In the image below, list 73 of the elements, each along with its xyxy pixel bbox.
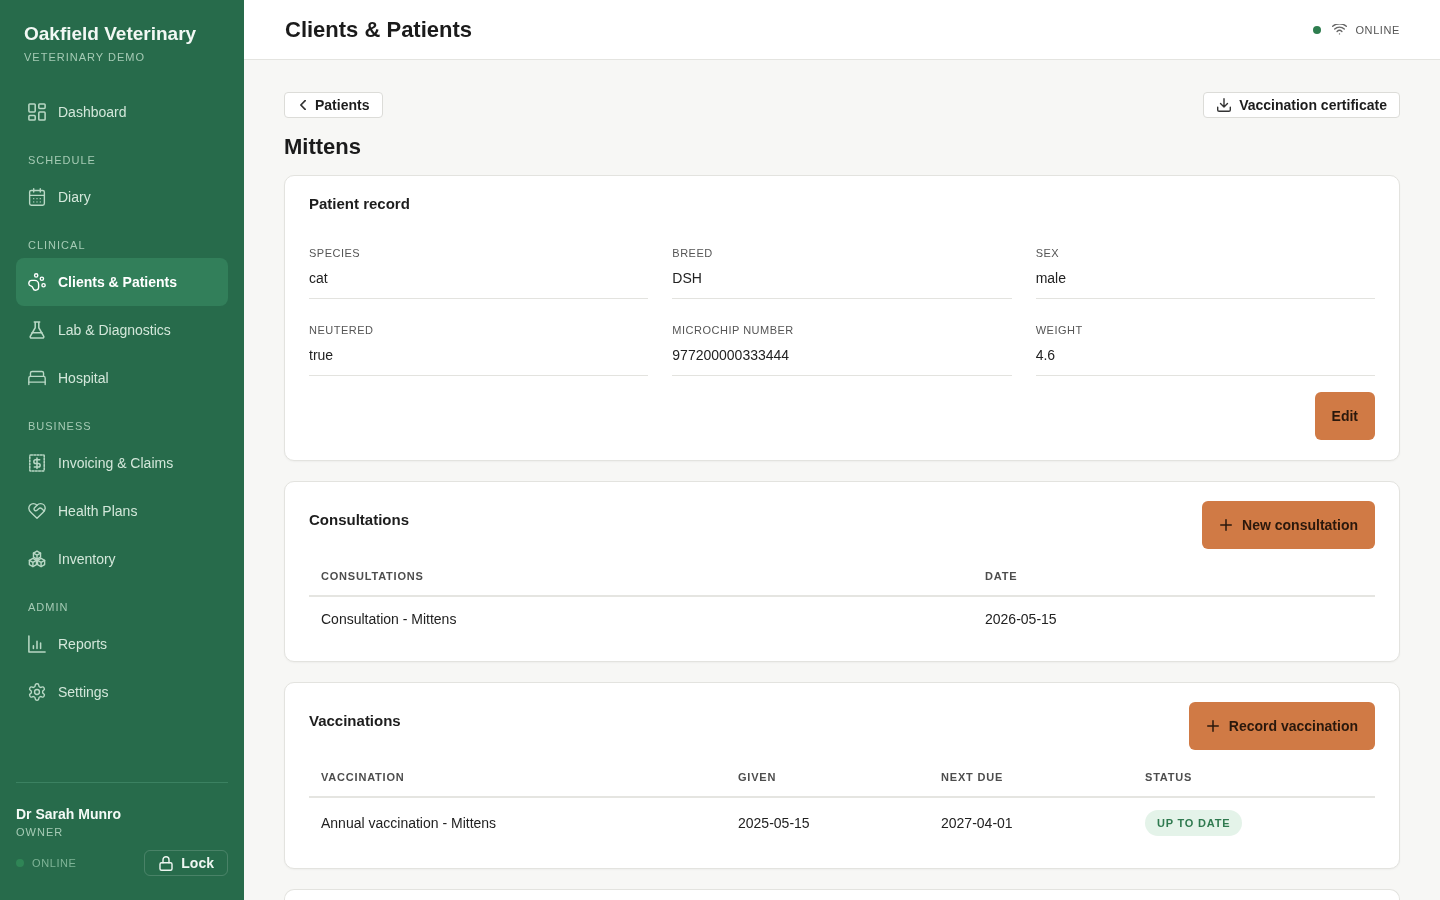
card-title: Vaccinations — [309, 712, 401, 730]
heart-icon — [28, 502, 46, 520]
app-title: Oakfield Veterinary — [24, 22, 198, 46]
field-label: WEIGHT — [1035, 323, 1083, 337]
status-label: ONLINE — [32, 857, 77, 869]
nav-item[interactable]: Health Plans — [16, 487, 228, 535]
column-header: CONSULTATIONS — [309, 559, 973, 597]
back-button[interactable]: Patients — [284, 92, 384, 118]
nav-item[interactable]: Settings — [16, 668, 228, 716]
table-cell-text: 2025-05-15 — [737, 814, 811, 833]
table-cell-text: 2027-04-01 — [940, 814, 1014, 833]
lock-icon — [159, 855, 174, 871]
field-label: BREED — [672, 246, 713, 260]
field-label: MICROCHIP NUMBER — [672, 323, 794, 337]
page-title: Clients & Patients — [285, 16, 473, 43]
column-header: VACCINATION — [309, 760, 726, 798]
nav-item[interactable]: Invoicing & Claims — [16, 439, 228, 487]
nav-section-label: ADMIN — [27, 600, 70, 615]
download-icon — [1217, 98, 1232, 112]
card-title: Consultations — [309, 511, 409, 529]
field-value: 977200000333444 — [672, 345, 1012, 376]
certificate-button[interactable]: Vaccination certificate — [1203, 92, 1400, 118]
nav-item[interactable]: Inventory — [16, 535, 228, 583]
bed-icon — [28, 369, 46, 387]
field-value: male — [1035, 268, 1375, 299]
field-value: DSH — [672, 268, 1012, 299]
field-value: cat — [309, 268, 649, 299]
status-dot-icon — [1313, 25, 1322, 34]
field-label: NEUTERED — [309, 323, 374, 337]
user-role: OWNER — [16, 825, 65, 839]
field-label: SEX — [1035, 246, 1060, 260]
field-value: true — [309, 345, 649, 376]
paw-icon — [28, 273, 46, 291]
status-badge: UP TO DATE — [1145, 810, 1243, 836]
calendar-icon — [28, 188, 46, 206]
lock-button[interactable]: Lock — [144, 850, 228, 876]
nav-item[interactable]: Diary — [16, 173, 228, 221]
column-header: DATE — [973, 559, 1375, 597]
flask-icon — [28, 321, 46, 339]
plus-icon — [1206, 720, 1219, 732]
add-button[interactable]: New consultation — [1202, 501, 1375, 549]
chevron-left-icon — [300, 100, 306, 110]
status-label: ONLINE — [1355, 23, 1400, 36]
nav-section-label: SCHEDULE — [27, 153, 97, 168]
app-subtitle: VETERINARY DEMO — [24, 50, 146, 64]
table-cell-text: Consultation - Mittens — [320, 610, 458, 629]
patient-name: Mittens — [284, 133, 361, 161]
receipt-icon — [28, 454, 46, 472]
status-dot-icon — [16, 859, 24, 867]
table-cell-text: 2026-05-15 — [984, 610, 1058, 629]
card-title: Patient record — [309, 195, 410, 213]
cubes-icon — [28, 550, 46, 568]
wifi-icon — [1332, 24, 1348, 35]
bar-chart-icon — [28, 635, 46, 653]
edit-button[interactable]: Edit — [1314, 392, 1375, 440]
nav-item[interactable]: Hospital — [16, 354, 228, 402]
user-name: Dr Sarah Munro — [16, 805, 122, 823]
nav-item[interactable]: Dashboard — [16, 88, 228, 136]
column-header: STATUS — [1133, 760, 1375, 798]
nav-item[interactable]: Lab & Diagnostics — [16, 306, 228, 354]
nav-section-label: CLINICAL — [27, 238, 87, 253]
nav-item[interactable]: Reports — [16, 620, 228, 668]
grid-icon — [28, 103, 46, 121]
nav-item[interactable]: Clients & Patients — [16, 258, 228, 306]
field-label: SPECIES — [309, 246, 361, 260]
table-cell-text: Annual vaccination - Mittens — [320, 814, 498, 833]
add-button[interactable]: Record vaccination — [1188, 702, 1375, 750]
column-header: NEXT DUE — [929, 760, 1133, 798]
settings-icon — [28, 683, 46, 701]
column-header: GIVEN — [726, 760, 929, 798]
plus-icon — [1220, 519, 1233, 531]
nav-section-label: BUSINESS — [27, 419, 93, 434]
field-value: 4.6 — [1035, 345, 1375, 376]
